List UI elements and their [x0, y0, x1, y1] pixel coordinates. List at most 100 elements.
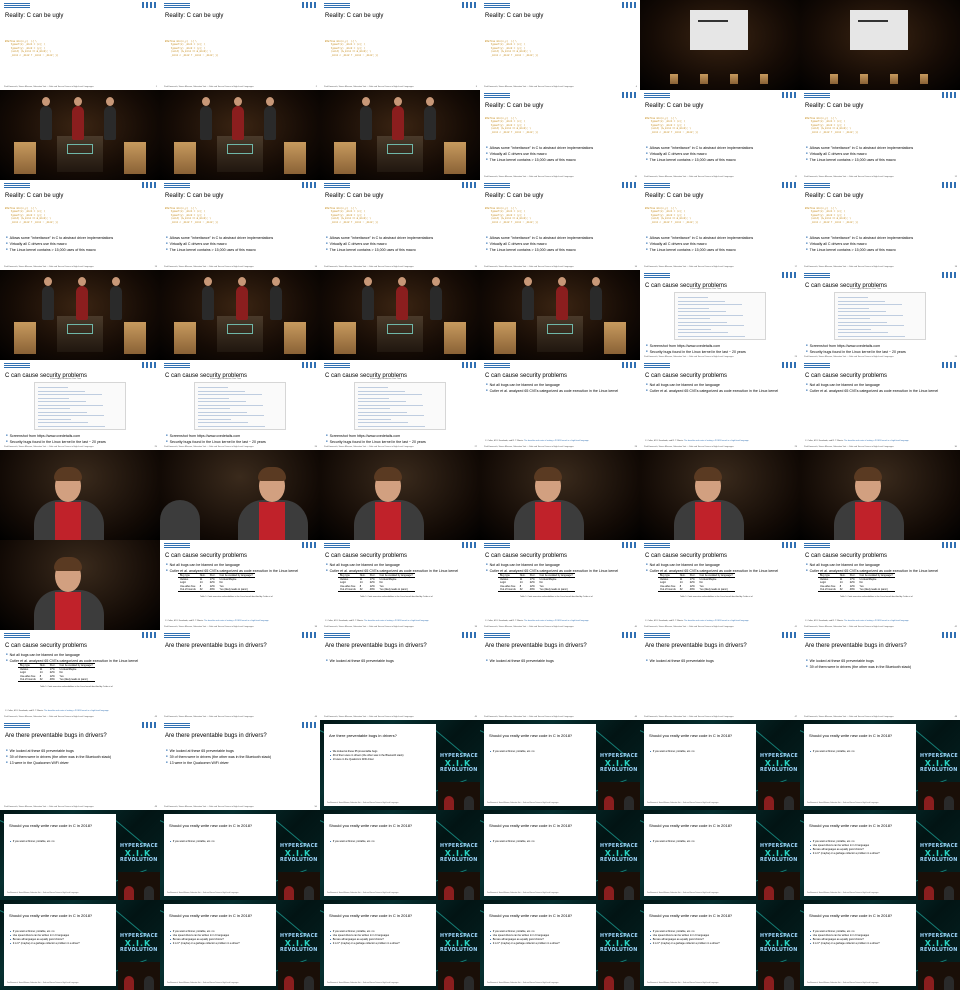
- footnote-link[interactable]: The benefits and costs of writing a POSI…: [364, 620, 429, 622]
- speaker: [232, 97, 244, 140]
- chair-logo-icon: [324, 363, 350, 368]
- bullet-item: Security bugs found in the Linux kernel …: [166, 439, 266, 445]
- slide-page-number: 43: [154, 716, 157, 718]
- slide-title: C can cause security problems: [325, 553, 408, 559]
- speaker: [124, 976, 134, 990]
- speaker: [764, 796, 774, 810]
- code-block: #define min(x,y) ({ \ typeof(x) _min1 = …: [645, 117, 699, 134]
- table-header-cell: Can be avoided by language?: [217, 572, 255, 579]
- speaker-shirt: [695, 502, 721, 540]
- stream-frame: Should you really write new code in C in…: [0, 810, 160, 900]
- speaker-hair: [854, 467, 882, 481]
- stream-frame: Should you really write new code in C in…: [480, 720, 640, 810]
- bullet-list: Screenshot from https://www.cvedetails.c…: [326, 433, 426, 445]
- bullet-list: If you want a thinner, portable, etc. no…: [490, 930, 560, 946]
- bullet-list: If you want a thinner, portable, etc. no…: [10, 930, 80, 946]
- logo-text: REVOLUTION: [600, 768, 638, 773]
- slide-frame: C can cause security problemsNot all bug…: [480, 540, 640, 630]
- slide-title: Should you really write new code in C in…: [329, 823, 413, 828]
- speaker-camera-inset: [438, 962, 480, 990]
- podium-right: [124, 322, 146, 354]
- speaker: [284, 976, 294, 990]
- bullet-item: It is C* (maybe) or a garbage collector …: [810, 942, 880, 946]
- footnote-link[interactable]: The benefits and costs of writing a POSI…: [844, 440, 909, 442]
- tum-logo-icon: [302, 722, 316, 728]
- slide-frame: Reality: C can be ugly #define min(x,y) (…: [320, 180, 480, 270]
- speaker-hair: [258, 467, 286, 481]
- stage-video-frame: [320, 90, 480, 180]
- tum-logo-icon: [462, 182, 476, 188]
- slide-footer: Paul Emmerich, Simon Ellmann, Sebastian …: [487, 803, 559, 804]
- tum-logo-icon: [942, 182, 956, 188]
- chart-caption: Vulnerability Distribution Over Time: [210, 378, 242, 380]
- bullet-list: Allows some "inheritance" in C to abstra…: [6, 235, 114, 253]
- code-block: #define min(x,y) ({ \ typeof(x) _min1 = …: [485, 117, 539, 134]
- speaker-camera-inset: [118, 872, 160, 900]
- slide-title: C can cause security problems: [805, 373, 888, 379]
- podium-right: [284, 322, 306, 354]
- slide-title: Are there preventable bugs in drivers?: [485, 643, 587, 649]
- speaker-camera-inset: [918, 782, 960, 810]
- speaker: [944, 976, 954, 990]
- slide-title: Are there preventable bugs in drivers?: [5, 733, 107, 739]
- speaker-hair: [374, 467, 402, 481]
- congress-logo: HYPERSPACE X.I.K REVOLUTION: [920, 933, 958, 954]
- slide-page-number: 38: [314, 626, 317, 628]
- congress-logo-icon: [67, 324, 93, 334]
- slide-page-number: 42: [954, 626, 957, 628]
- bullet-item: If you want a thinner, portable, etc. no: [330, 840, 375, 844]
- table-header-cell: Can be avoided by language?: [697, 572, 735, 579]
- logo-text: X.I.K: [604, 939, 632, 948]
- footnote-link[interactable]: The benefits and costs of writing a POSI…: [844, 620, 909, 622]
- footnote-authors: C. Cutler, M. F. Kaashoek, and R. T. Mor…: [5, 710, 44, 712]
- footnote-link[interactable]: The benefits and costs of writing a POSI…: [684, 620, 749, 622]
- tum-logo-icon: [142, 362, 156, 368]
- slide-footer: Paul Emmerich, Simon Ellmann, Sebastian …: [484, 86, 574, 88]
- slide-footnote: C. Cutler, M. F. Kaashoek, and R. T. Mor…: [485, 440, 589, 442]
- speaker: [444, 886, 454, 900]
- congress-logo: HYPERSPACE X.I.K REVOLUTION: [120, 843, 158, 864]
- tum-logo-icon: [462, 542, 476, 548]
- podium: [830, 74, 838, 84]
- table-cell: Out of bounds: [658, 587, 678, 592]
- slide-footer: Paul Emmerich, Simon Ellmann, Sebastian …: [164, 86, 254, 88]
- slide-page-number: 12: [954, 176, 957, 178]
- footnote-link[interactable]: The benefits and costs of writing a POSI…: [204, 620, 269, 622]
- bullet-list: Allows some "inheritance" in C to abstra…: [806, 145, 914, 163]
- stream-frame: Should you really write new code in C in…: [800, 720, 960, 810]
- speaker-camera-inset: [438, 782, 480, 810]
- table-header-cell: Can be avoided by language?: [377, 572, 415, 579]
- tum-logo-icon: [622, 92, 636, 98]
- footnote-link[interactable]: The benefits and costs of writing a POSI…: [44, 710, 109, 712]
- slide-footer: Paul Emmerich, Simon Ellmann, Sebastian …: [164, 446, 254, 448]
- bullet-item: If you want a thinner, portable, etc. no: [490, 750, 535, 754]
- table-cell: Out of bounds: [498, 587, 518, 592]
- table-cell: Out of bounds: [338, 587, 358, 592]
- slide-footer: Paul Emmerich, Simon Ellmann, Sebastian …: [324, 716, 414, 718]
- footnote-authors: C. Cutler, M. F. Kaashoek, and R. T. Mor…: [805, 620, 844, 622]
- bullet-item: Security bugs found in the Linux kernel …: [326, 439, 426, 445]
- logo-text: X.I.K: [284, 939, 312, 948]
- slide-footer: Paul Emmerich, Simon Ellmann, Sebastian …: [164, 806, 254, 808]
- code-block: #define min(x,y) ({ \ typeof(x) _min1 = …: [165, 207, 219, 224]
- slide-footer: Paul Emmerich, Simon Ellmann, Sebastian …: [807, 893, 879, 894]
- bullet-item: 13 were in the Qualcomm WiFi driver: [330, 758, 403, 762]
- table-cell: Yes (likely leads to panic): [857, 587, 895, 592]
- logo-text: REVOLUTION: [600, 858, 638, 863]
- footnote-link[interactable]: The benefits and costs of writing a POSI…: [524, 620, 589, 622]
- congress-logo: HYPERSPACE X.I.K REVOLUTION: [600, 753, 638, 774]
- slide-inset: Should you really write new code in C in…: [484, 814, 596, 896]
- footnote-link[interactable]: The benefits and costs of writing a POSI…: [524, 440, 589, 442]
- speaker-camera-inset: [598, 782, 640, 810]
- bullet-list: If you want a thinner, portable, etc. no: [330, 840, 375, 844]
- speaker: [784, 796, 794, 810]
- speaker: [464, 976, 474, 990]
- footnote-link[interactable]: The benefits and costs of writing a POSI…: [684, 440, 749, 442]
- slide-footer: Paul Emmerich, Simon Ellmann, Sebastian …: [804, 446, 894, 448]
- slide-title: Should you really write new code in C in…: [489, 823, 573, 828]
- speaker-camera-inset: [598, 872, 640, 900]
- logo-text: X.I.K: [604, 759, 632, 768]
- table-caption: Table 1: Code execution vulnerabilities …: [840, 596, 913, 598]
- congress-logo: HYPERSPACE X.I.K REVOLUTION: [760, 933, 798, 954]
- speaker: [200, 97, 212, 140]
